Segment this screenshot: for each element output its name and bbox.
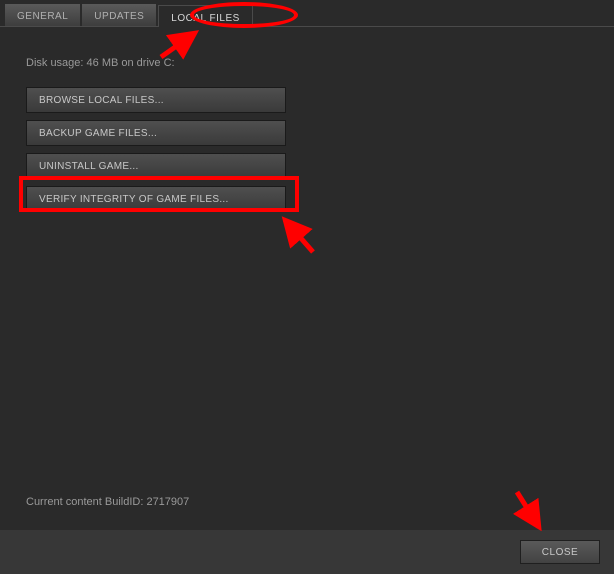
tab-general[interactable]: GENERAL	[5, 4, 80, 26]
dialog-footer: CLOSE	[0, 530, 614, 574]
uninstall-game-button[interactable]: UNINSTALL GAME...	[26, 153, 286, 179]
disk-usage-label: Disk usage: 46 MB on drive C:	[26, 57, 588, 69]
button-group: BROWSE LOCAL FILES... BACKUP GAME FILES.…	[26, 87, 588, 212]
tab-content: Disk usage: 46 MB on drive C: BROWSE LOC…	[0, 27, 614, 212]
backup-game-files-button[interactable]: BACKUP GAME FILES...	[26, 120, 286, 146]
close-button[interactable]: CLOSE	[520, 540, 600, 564]
build-id-label: Current content BuildID: 2717907	[26, 496, 189, 508]
verify-integrity-button[interactable]: VERIFY INTEGRITY OF GAME FILES...	[26, 186, 286, 212]
tab-local-files[interactable]: LOCAL FILES	[158, 5, 253, 27]
browse-local-files-button[interactable]: BROWSE LOCAL FILES...	[26, 87, 286, 113]
tab-bar: GENERAL UPDATES LOCAL FILES	[0, 0, 614, 27]
annotation-arrow-verify	[275, 212, 320, 257]
annotation-arrow-close	[505, 487, 550, 535]
tab-updates[interactable]: UPDATES	[82, 4, 156, 26]
